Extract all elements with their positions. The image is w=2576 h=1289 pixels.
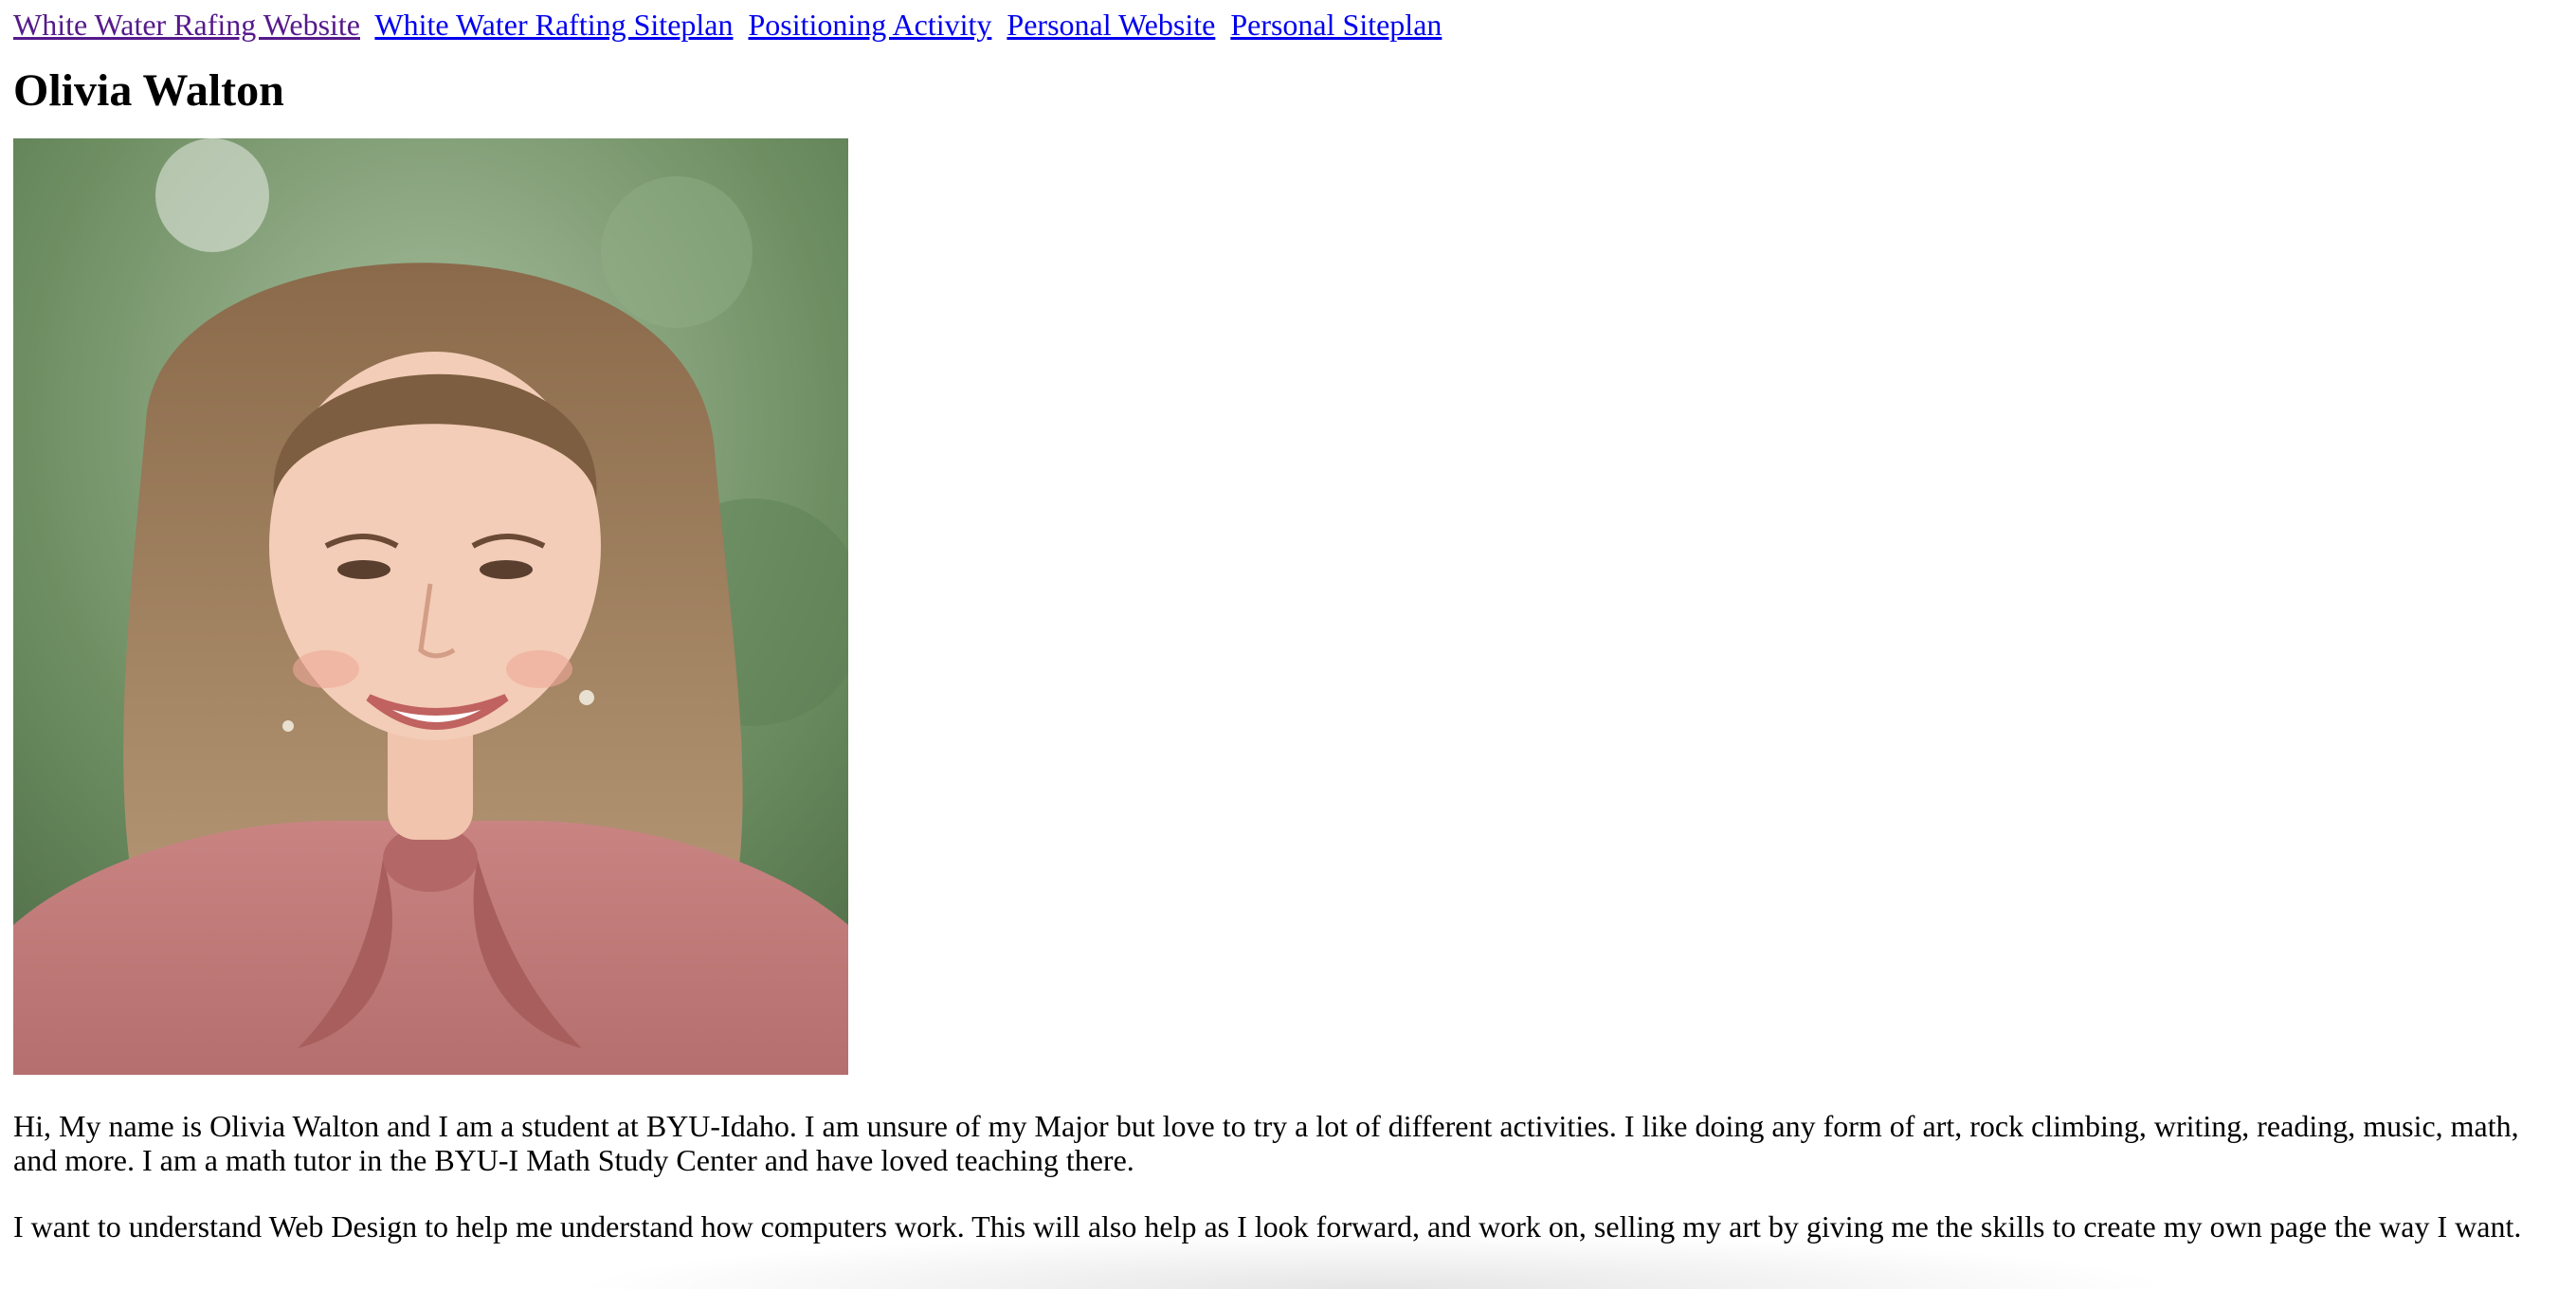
profile-photo — [13, 138, 848, 1075]
nav-link-personal-website[interactable]: Personal Website — [1007, 8, 1215, 42]
top-nav: White Water Rafing Website White Water R… — [13, 0, 2563, 44]
nav-link-personal-siteplan[interactable]: Personal Siteplan — [1230, 8, 1442, 42]
nav-link-rafting-siteplan[interactable]: White Water Rafting Siteplan — [374, 8, 733, 42]
nav-link-positioning-activity[interactable]: Positioning Activity — [748, 8, 991, 42]
goals-paragraph: I want to understand Web Design to help … — [13, 1209, 2522, 1244]
nav-link-rafting-website[interactable]: White Water Rafing Website — [13, 8, 360, 42]
page: White Water Rafing Website White Water R… — [0, 0, 2576, 1244]
page-title: Olivia Walton — [13, 65, 284, 116]
intro-paragraph: Hi, My name is Olivia Walton and I am a … — [13, 1109, 2519, 1177]
